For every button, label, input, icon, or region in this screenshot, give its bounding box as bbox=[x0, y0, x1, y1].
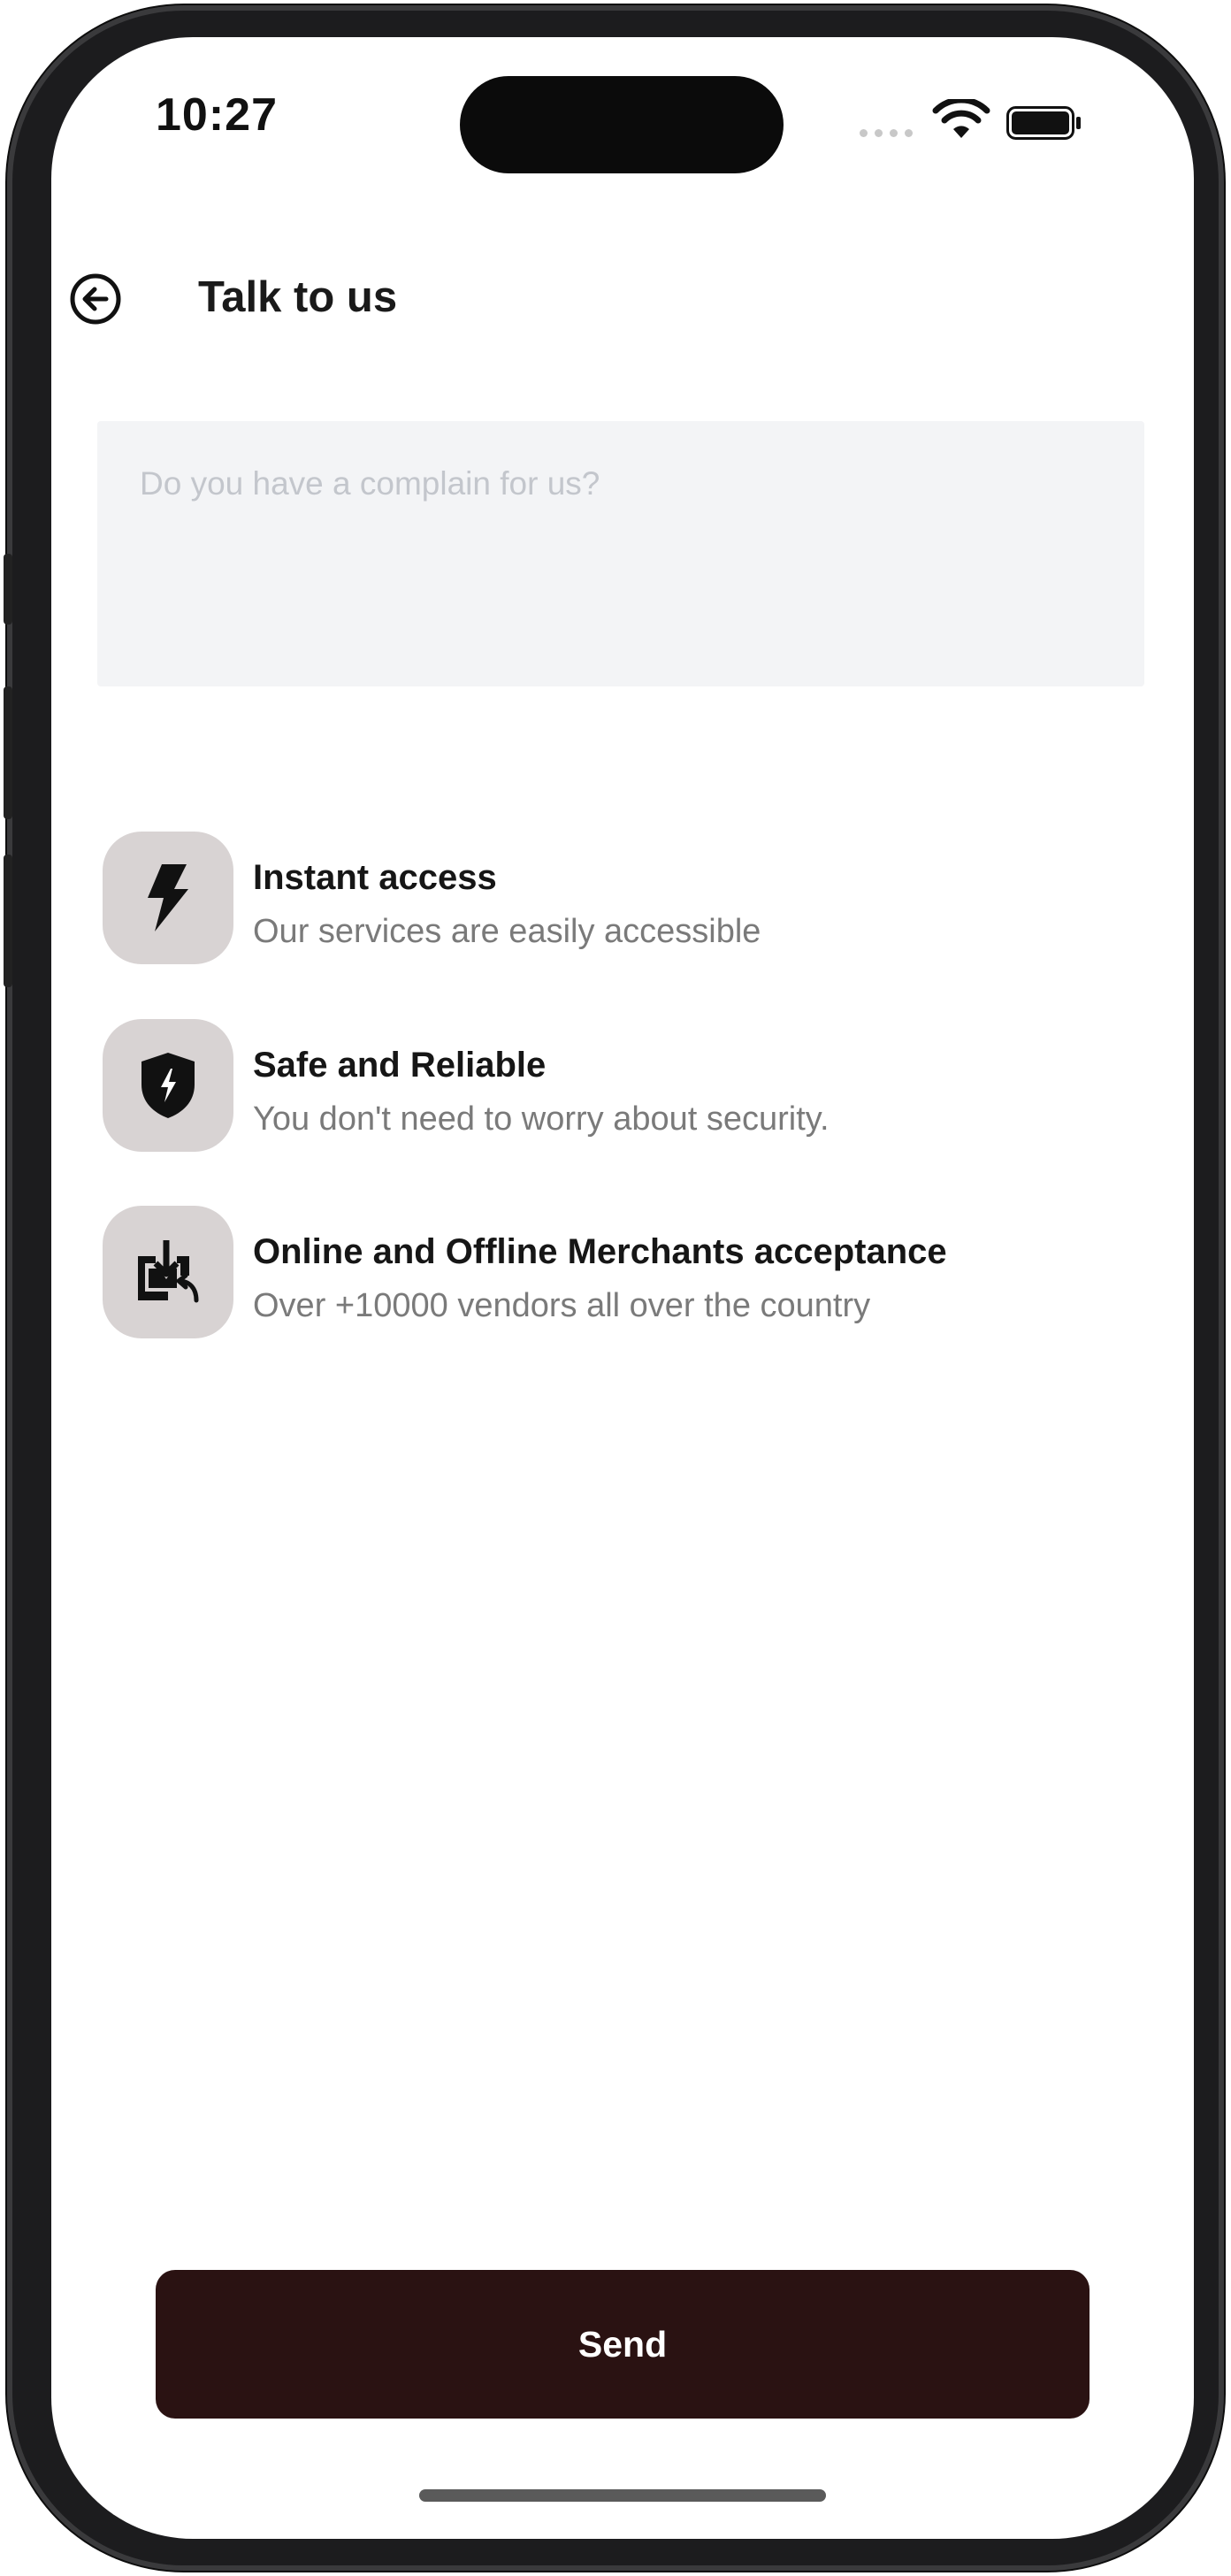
cellular-signal-icon bbox=[860, 129, 913, 137]
feature-title: Instant access bbox=[253, 858, 497, 897]
back-button[interactable] bbox=[69, 272, 122, 326]
mute-switch bbox=[4, 554, 12, 625]
store-download-icon bbox=[103, 1206, 233, 1338]
home-indicator[interactable] bbox=[419, 2489, 826, 2502]
feature-merchants-acceptance: Online and Offline Merchants acceptance … bbox=[103, 1206, 1146, 1338]
battery-icon bbox=[1006, 106, 1081, 140]
volume-up-button bbox=[4, 686, 12, 819]
wifi-icon bbox=[932, 99, 990, 138]
status-time: 10:27 bbox=[156, 89, 278, 141]
feature-description: You don't need to worry about security. bbox=[253, 1100, 830, 1138]
arrow-left-circle-icon bbox=[70, 273, 121, 325]
shield-lightning-icon bbox=[103, 1019, 233, 1152]
feature-description: Over +10000 vendors all over the country bbox=[253, 1287, 871, 1324]
feature-description: Our services are easily accessible bbox=[253, 913, 761, 950]
feature-instant-access: Instant access Our services are easily a… bbox=[103, 832, 1146, 964]
dynamic-island bbox=[460, 76, 784, 173]
complaint-input[interactable] bbox=[97, 421, 1144, 686]
lightning-icon bbox=[103, 832, 233, 964]
feature-safe-reliable: Safe and Reliable You don't need to worr… bbox=[103, 1019, 1146, 1152]
feature-title: Online and Offline Merchants acceptance bbox=[253, 1232, 947, 1271]
send-button[interactable]: Send bbox=[156, 2270, 1090, 2419]
feature-title: Safe and Reliable bbox=[253, 1046, 547, 1085]
volume-down-button bbox=[4, 855, 12, 987]
page-title: Talk to us bbox=[198, 273, 398, 321]
